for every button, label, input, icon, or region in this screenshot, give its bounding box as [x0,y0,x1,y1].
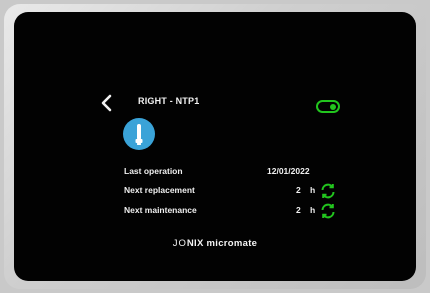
reset-maintenance-button[interactable] [319,202,337,220]
refresh-icon [321,203,335,219]
power-toggle[interactable] [316,100,340,113]
brand-logo: JONIX micromate [14,238,416,249]
next-replacement-unit: h [310,185,316,195]
chevron-left-icon [101,94,112,112]
next-replacement-value: 2 [296,185,301,195]
toggle-knob [330,104,336,110]
page-title: RIGHT - NTP1 [138,96,200,106]
next-replacement-label: Next replacement [124,185,195,195]
back-button[interactable] [97,92,119,114]
next-maintenance-label: Next maintenance [124,205,197,215]
lamp-bulb-icon [123,118,155,150]
brand-prefix: JO [172,238,187,249]
reset-replacement-button[interactable] [319,182,337,200]
last-operation-label: Last operation [124,166,183,176]
last-operation-value: 12/01/2022 [267,166,310,176]
device-screen: RIGHT - NTP1 Last operation 12/01/2022 N… [14,12,416,281]
next-maintenance-unit: h [310,205,316,215]
refresh-icon [321,183,335,199]
next-maintenance-value: 2 [296,205,301,215]
brand-name: NIX micromate [186,238,258,249]
